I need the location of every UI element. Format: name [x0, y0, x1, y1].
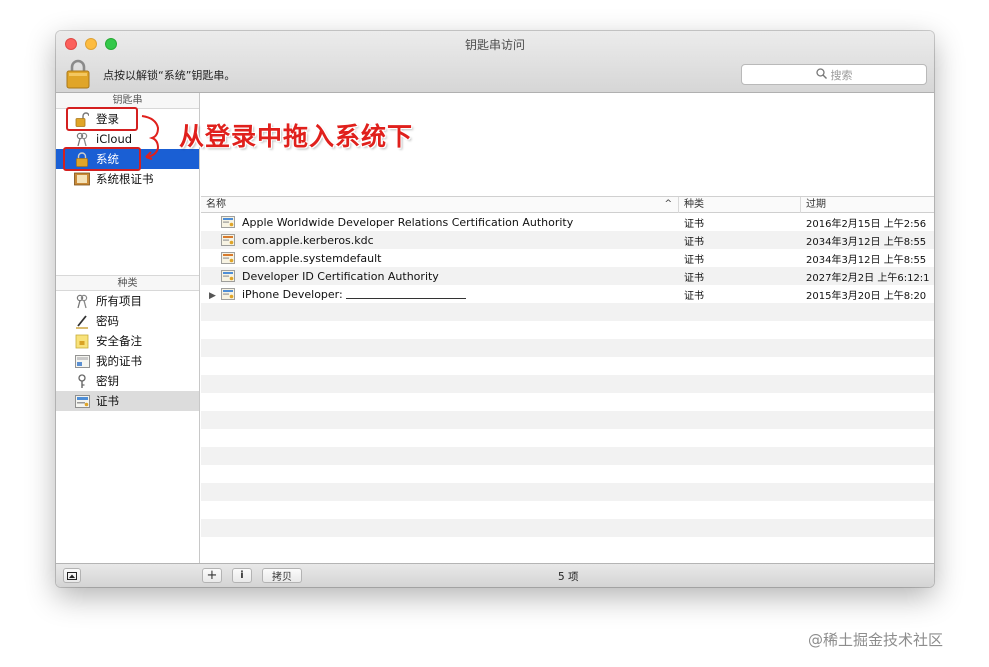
- certificate-icon: [221, 234, 235, 246]
- cabinet-icon: [74, 171, 90, 187]
- my-cert-icon: [74, 353, 90, 369]
- column-header-name[interactable]: 名称 ^: [201, 197, 679, 213]
- keychain-window: 钥匙串访问 点按以解锁“系统”钥匙串。 搜索 钥匙串 登录 iCloud 系统 …: [56, 31, 934, 587]
- annotation-bracket-arrow: [141, 115, 160, 160]
- cert-name: Developer ID Certification Authority: [242, 269, 439, 283]
- category-passwords[interactable]: 密码: [56, 311, 199, 331]
- empty-row: [201, 465, 934, 483]
- cloud-keys-icon: [74, 131, 90, 147]
- cert-kind: 证书: [684, 236, 704, 248]
- cert-expires: 2027年2月2日 上午6:12:1: [806, 272, 930, 284]
- empty-row: [201, 321, 934, 339]
- bottom-bar: + i 拷贝 5 项: [56, 563, 934, 587]
- cert-expires: 2016年2月15日 上午2:56: [806, 218, 927, 230]
- category-certificates[interactable]: 证书: [56, 391, 199, 411]
- lock-icon[interactable]: [66, 59, 90, 89]
- empty-row: [201, 357, 934, 375]
- certificate-icon: [221, 216, 235, 228]
- empty-row: [201, 483, 934, 501]
- table-row[interactable]: com.apple.kerberos.kdc 证书 2034年3月12日 上午8…: [201, 231, 934, 249]
- watermark: @稀土掘金技术社区: [808, 631, 944, 649]
- info-button[interactable]: i: [232, 568, 252, 583]
- search-field[interactable]: 搜索: [741, 64, 927, 85]
- category-label: 密码: [96, 314, 119, 328]
- note-icon: [74, 333, 90, 349]
- column-header-kind[interactable]: 种类: [679, 197, 801, 213]
- table-row[interactable]: Developer ID Certification Authority 证书 …: [201, 267, 934, 285]
- sidebar-item-label: 系统根证书: [96, 172, 154, 186]
- table-row[interactable]: Apple Worldwide Developer Relations Cert…: [201, 213, 934, 231]
- empty-row: [201, 393, 934, 411]
- category-label: 我的证书: [96, 354, 142, 368]
- table-header: 名称 ^ 种类 过期: [201, 197, 934, 213]
- sort-ascending-icon: ^: [664, 199, 672, 209]
- category-all-items[interactable]: 所有项目: [56, 291, 199, 311]
- cert-expires: 2034年3月12日 上午8:55: [806, 254, 927, 266]
- table-row[interactable]: com.apple.systemdefault 证书 2034年3月12日 上午…: [201, 249, 934, 267]
- cert-kind: 证书: [684, 218, 704, 230]
- cert-name: com.apple.systemdefault: [242, 251, 382, 265]
- category-label: 安全备注: [96, 334, 142, 348]
- empty-row: [201, 501, 934, 519]
- annotation-box-system: [63, 147, 141, 171]
- cert-name: iPhone Developer:: [242, 287, 343, 301]
- annotation-text: 从登录中拖入系统下: [179, 122, 414, 151]
- sidebar-item-system-roots[interactable]: 系统根证书: [56, 169, 199, 189]
- pen-icon: [74, 313, 90, 329]
- category-label: 所有项目: [96, 294, 142, 308]
- sidebar-item-label: iCloud: [96, 132, 133, 146]
- main-panel: 名称 ^ 种类 过期 Apple Worldwide Developer Rel…: [201, 93, 934, 563]
- certificate-icon: [221, 270, 235, 282]
- certificate-icon: [221, 288, 235, 300]
- category-label: 证书: [96, 394, 119, 408]
- category-my-certificates[interactable]: 我的证书: [56, 351, 199, 371]
- title-bar: 钥匙串访问 点按以解锁“系统”钥匙串。 搜索: [56, 31, 934, 93]
- categories-section: 种类 所有项目 密码 安全备注 我的证书 密钥 证书: [56, 275, 199, 411]
- category-label: 密钥: [96, 374, 119, 388]
- search-icon: [815, 67, 827, 82]
- empty-row: [201, 375, 934, 393]
- category-secure-notes[interactable]: 安全备注: [56, 331, 199, 351]
- disclosure-triangle-icon[interactable]: ▶: [209, 291, 216, 301]
- cert-name: com.apple.kerberos.kdc: [242, 233, 374, 247]
- cert-name: Apple Worldwide Developer Relations Cert…: [242, 215, 574, 229]
- search-placeholder: 搜索: [830, 68, 853, 82]
- empty-table-rows: [201, 303, 934, 555]
- add-button[interactable]: +: [202, 568, 222, 583]
- table-row[interactable]: ▶ iPhone Developer: 证书 2015年3月20日 上午8:20: [201, 285, 934, 303]
- empty-row: [201, 411, 934, 429]
- cert-kind: 证书: [684, 290, 704, 302]
- empty-row: [201, 537, 934, 555]
- cert-expires: 2034年3月12日 上午8:55: [806, 236, 927, 248]
- sidebar-toggle-button[interactable]: [63, 568, 81, 583]
- column-header-expires[interactable]: 过期: [801, 197, 934, 213]
- cert-kind: 证书: [684, 272, 704, 284]
- categories-header: 种类: [56, 275, 199, 291]
- keys-icon: [74, 293, 90, 309]
- category-keys[interactable]: 密钥: [56, 371, 199, 391]
- lock-message: 点按以解锁“系统”钥匙串。: [103, 69, 236, 82]
- key-icon: [74, 373, 90, 389]
- cert-kind: 证书: [684, 254, 704, 266]
- empty-row: [201, 429, 934, 447]
- empty-row: [201, 303, 934, 321]
- certificate-icon: [221, 252, 235, 264]
- empty-row: [201, 339, 934, 357]
- annotation-box-login: [66, 107, 138, 131]
- empty-row: [201, 447, 934, 465]
- cert-expires: 2015年3月20日 上午8:20: [806, 290, 927, 302]
- certificate-icon: [74, 393, 90, 409]
- copy-button[interactable]: 拷贝: [262, 568, 302, 583]
- empty-row: [201, 519, 934, 537]
- window-title: 钥匙串访问: [464, 38, 525, 52]
- redacted-name: [345, 290, 466, 299]
- certificate-table: Apple Worldwide Developer Relations Cert…: [201, 213, 934, 303]
- item-count: 5 项: [558, 571, 579, 583]
- show-hide-icon: [67, 571, 77, 580]
